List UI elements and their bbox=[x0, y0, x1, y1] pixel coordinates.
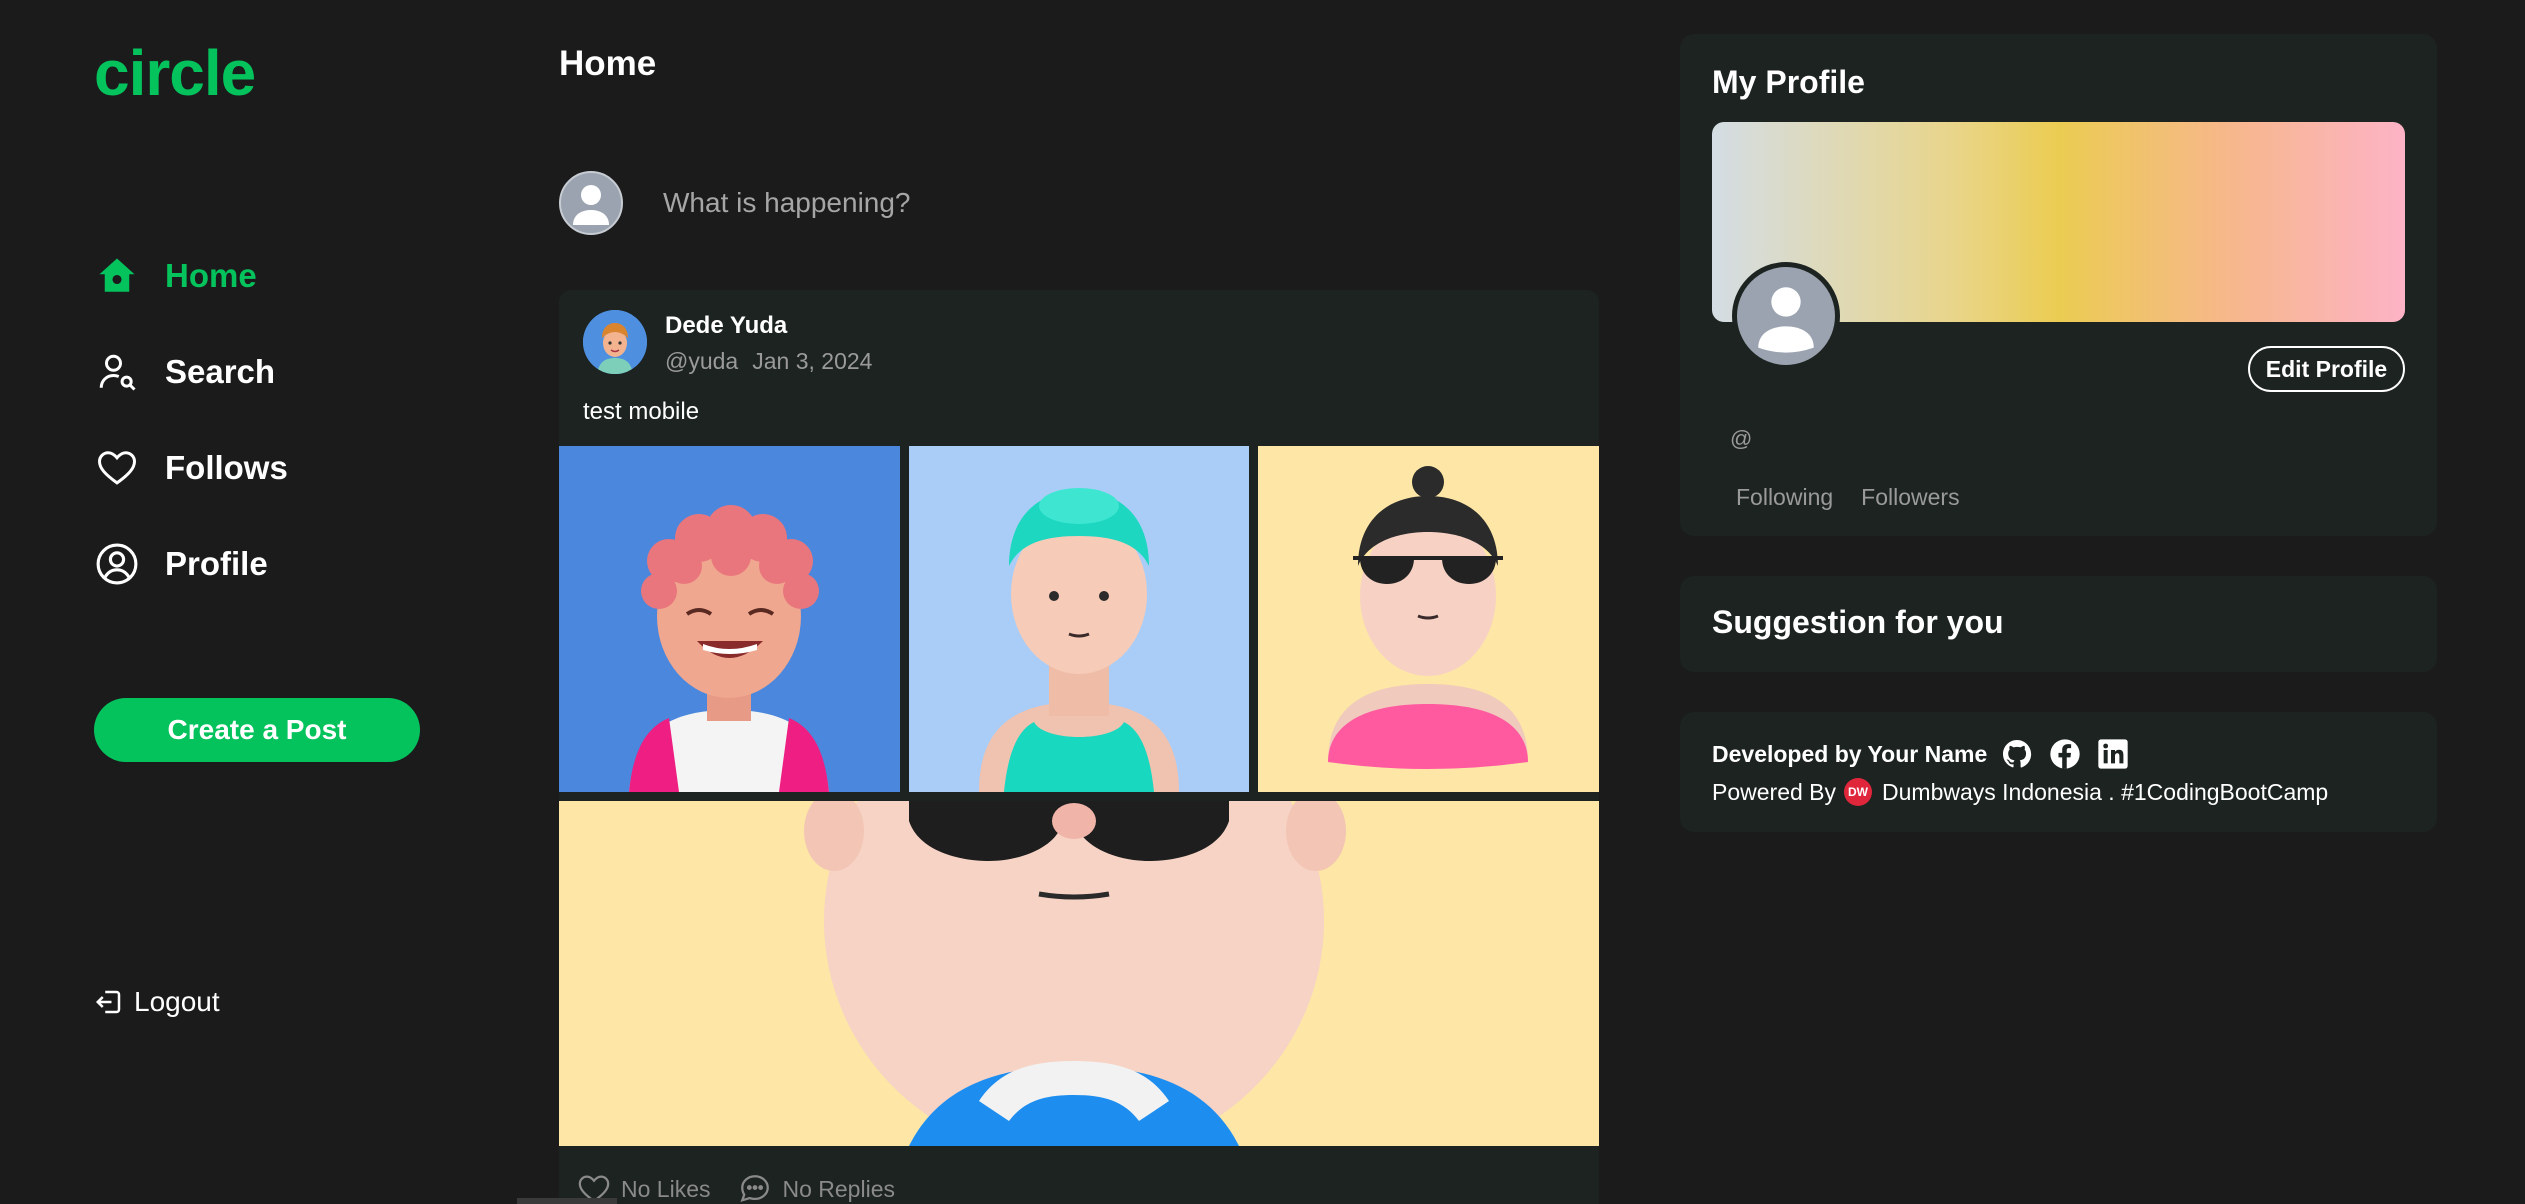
post-image[interactable] bbox=[1258, 446, 1599, 792]
horizontal-scrollbar[interactable] bbox=[517, 1198, 617, 1204]
post-composer bbox=[559, 170, 1599, 236]
developer-line: Developed by Your Name bbox=[1712, 738, 2145, 770]
app-logo[interactable]: circle bbox=[94, 36, 256, 110]
sidebar-item-follows[interactable]: Follows bbox=[94, 420, 288, 516]
social-links bbox=[2001, 738, 2145, 770]
sidebar-nav: Home Search Follows Profile bbox=[94, 228, 288, 612]
app-root: circle Home Search Follows Profile Creat… bbox=[0, 0, 2525, 1204]
home-icon bbox=[94, 253, 140, 299]
comment-icon bbox=[740, 1175, 770, 1203]
suggestion-title: Suggestion for you bbox=[1712, 604, 2004, 640]
linkedin-icon[interactable] bbox=[2097, 738, 2129, 770]
suggestion-card: Suggestion for you bbox=[1680, 576, 2437, 672]
post-handle: @yuda bbox=[665, 348, 739, 374]
post-subline: @yuda Jan 3, 2024 bbox=[665, 348, 886, 375]
dumbways-logo-icon: DW bbox=[1844, 778, 1873, 806]
post-author[interactable]: Dede Yuda bbox=[665, 312, 886, 340]
avatar[interactable] bbox=[1732, 262, 1840, 370]
facebook-icon[interactable] bbox=[2049, 738, 2081, 770]
sidebar-item-profile[interactable]: Profile bbox=[94, 516, 288, 612]
post-image[interactable] bbox=[559, 446, 900, 792]
avatar bbox=[559, 171, 623, 235]
user-circle-icon bbox=[94, 541, 140, 587]
powered-by-text: Powered By bbox=[1712, 778, 1837, 805]
sidebar-item-home[interactable]: Home bbox=[94, 228, 288, 324]
footer-card: Developed by Your Name Powered By DW Dum… bbox=[1680, 712, 2437, 832]
logout-button[interactable]: Logout bbox=[94, 986, 220, 1018]
profile-handle: @ bbox=[1730, 426, 1753, 451]
post-date: Jan 3, 2024 bbox=[752, 348, 873, 374]
post-image[interactable] bbox=[559, 801, 1599, 1146]
heart-icon bbox=[94, 445, 140, 491]
create-post-button[interactable]: Create a Post bbox=[94, 698, 420, 762]
sidebar-item-label: Follows bbox=[165, 449, 288, 486]
sidebar: circle Home Search Follows Profile Creat… bbox=[0, 0, 520, 1204]
post-image[interactable] bbox=[909, 446, 1249, 792]
powered-by-line: Powered By DW Dumbways Indonesia . #1Cod… bbox=[1712, 778, 2328, 806]
logout-label: Logout bbox=[134, 986, 220, 1017]
post-meta: Dede Yuda @yuda Jan 3, 2024 bbox=[665, 310, 886, 375]
my-profile-card: My Profile Edit Profile @ Following Foll… bbox=[1680, 34, 2437, 536]
github-icon[interactable] bbox=[2001, 738, 2033, 770]
developed-by-text: Developed by Your Name bbox=[1712, 740, 1988, 767]
main-feed: Home Dede bbox=[558, 0, 1600, 1204]
post-text: test mobile bbox=[583, 398, 700, 425]
post-header: Dede Yuda @yuda Jan 3, 2024 bbox=[583, 310, 886, 375]
following-link[interactable]: Following bbox=[1736, 484, 1833, 511]
follow-stats: Following Followers bbox=[1736, 484, 1988, 511]
logout-icon bbox=[94, 987, 124, 1017]
reply-button[interactable]: No Replies bbox=[738, 1172, 895, 1204]
profile-card-title: My Profile bbox=[1712, 64, 1865, 100]
sidebar-item-label: Search bbox=[165, 353, 276, 390]
avatar[interactable] bbox=[583, 310, 647, 374]
post-card[interactable]: Dede Yuda @yuda Jan 3, 2024 test mobile bbox=[559, 290, 1599, 1204]
post-actions: No Likes No Replies bbox=[577, 1172, 923, 1204]
sidebar-item-label: Home bbox=[165, 257, 257, 294]
followers-link[interactable]: Followers bbox=[1861, 484, 1959, 511]
user-search-icon bbox=[94, 349, 140, 395]
page-title: Home bbox=[559, 44, 657, 83]
compose-input[interactable] bbox=[663, 187, 1363, 219]
edit-profile-button[interactable]: Edit Profile bbox=[2248, 346, 2405, 392]
likes-label: No Likes bbox=[621, 1175, 711, 1202]
company-text[interactable]: Dumbways Indonesia . #1CodingBootCamp bbox=[1882, 779, 2328, 806]
sidebar-item-label: Profile bbox=[165, 545, 268, 582]
replies-label: No Replies bbox=[782, 1175, 895, 1202]
sidebar-item-search[interactable]: Search bbox=[94, 324, 288, 420]
right-panel: My Profile Edit Profile @ Following Foll… bbox=[1680, 34, 2437, 872]
